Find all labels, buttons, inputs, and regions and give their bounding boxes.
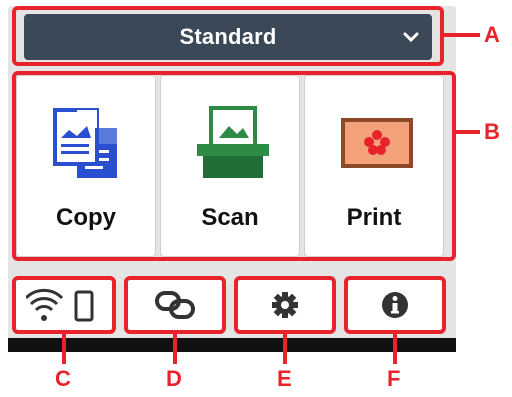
callout-line-a xyxy=(444,33,480,37)
callout-box-b xyxy=(12,71,456,261)
callout-a: A xyxy=(484,22,500,47)
callout-c: C xyxy=(55,366,71,391)
callout-box-f xyxy=(344,276,446,334)
callout-f: F xyxy=(387,366,401,391)
callout-b: B xyxy=(484,119,500,144)
callout-box-e xyxy=(234,276,336,334)
screen-bottom-edge xyxy=(8,338,456,352)
callout-line-e xyxy=(283,334,287,364)
callout-line-f xyxy=(393,334,397,364)
callout-box-d xyxy=(124,276,226,334)
callout-e: E xyxy=(277,366,292,391)
callout-d: D xyxy=(166,366,182,391)
callout-box-a xyxy=(12,6,444,66)
callout-line-d xyxy=(173,334,177,364)
callout-line-c xyxy=(62,334,66,364)
callout-box-c xyxy=(12,276,116,334)
callout-line-b xyxy=(456,130,480,134)
